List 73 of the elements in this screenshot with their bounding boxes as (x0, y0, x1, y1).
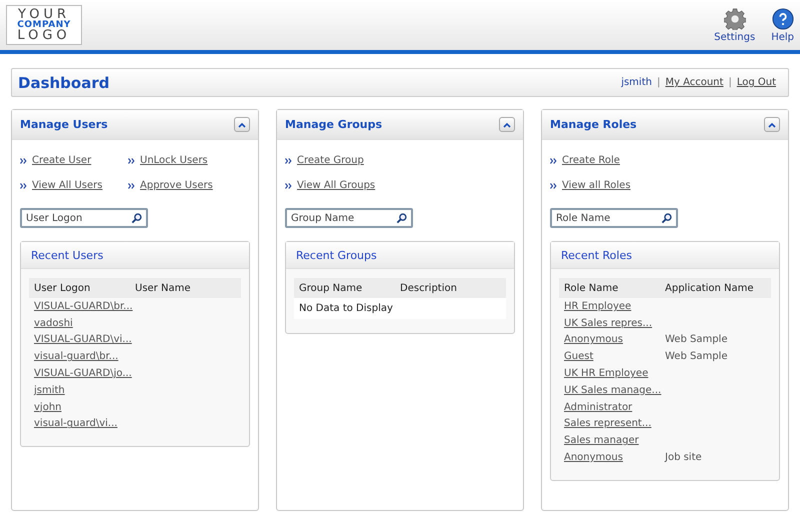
table-link[interactable]: VISUAL-GUARD\br... (34, 300, 135, 312)
table-link[interactable]: Anonymous (564, 334, 665, 346)
panel-title: Manage Roles (550, 118, 637, 131)
column-header: Description (400, 282, 458, 294)
column-header: User Logon (34, 282, 92, 294)
separator: | (728, 77, 732, 88)
recent-title: Recent Users (31, 248, 104, 262)
company-logo: YOUR COMPANY LOGO (6, 5, 82, 45)
table-link[interactable]: vjohn (34, 402, 135, 413)
double-chevron-icon (550, 158, 557, 164)
table-link[interactable]: UK Sales manage... (564, 384, 665, 396)
action-link[interactable]: UnLock Users (140, 155, 208, 166)
table-cell-text: Job site (665, 452, 703, 464)
search-field[interactable]: Role Name (550, 208, 678, 228)
double-chevron-icon (128, 158, 135, 164)
action-link[interactable]: Create Role (562, 155, 620, 166)
collapse-button[interactable] (234, 117, 250, 132)
panel-title: Manage Users (20, 118, 108, 131)
help-button[interactable]: Help (771, 8, 794, 42)
action-link[interactable]: Approve Users (140, 180, 213, 191)
search-field[interactable]: Group Name (285, 208, 413, 228)
caret-up-icon (503, 122, 511, 128)
empty-message: No Data to Display (294, 298, 506, 319)
table-link[interactable]: vadoshi (34, 318, 135, 329)
table-link[interactable]: Guest (564, 351, 665, 362)
action-link[interactable]: View All Groups (297, 180, 376, 191)
double-chevron-icon (128, 182, 135, 188)
table-link[interactable]: Sales manager (564, 435, 665, 446)
column-header: Application Name (665, 282, 755, 294)
action-link[interactable]: View All Users (32, 180, 102, 191)
collapse-button[interactable] (499, 117, 515, 132)
settings-icon (724, 8, 746, 30)
caret-up-icon (768, 122, 776, 128)
table-link[interactable]: visual-guard\br... (34, 351, 135, 362)
table-link[interactable]: UK HR Employee (564, 368, 665, 380)
double-chevron-icon (20, 182, 27, 188)
table-link[interactable]: HR Employee (564, 300, 665, 312)
table-link[interactable]: UK Sales repres... (564, 318, 665, 329)
double-chevron-icon (20, 158, 27, 164)
table-link[interactable]: Administrator (564, 402, 665, 413)
search-field[interactable]: User Logon (20, 208, 148, 228)
account-link[interactable]: Log Out (736, 77, 776, 88)
search-icon (661, 213, 672, 224)
column-header: Group Name (299, 282, 364, 294)
user-name: jsmith (621, 77, 652, 88)
collapse-button[interactable] (764, 117, 780, 132)
help-icon (772, 8, 794, 30)
recent-title: Recent Roles (561, 248, 632, 262)
account-link[interactable]: My Account (665, 77, 724, 88)
table-link[interactable]: Anonymous (564, 452, 665, 464)
settings-button[interactable]: Settings (714, 8, 756, 42)
caret-up-icon (238, 122, 246, 128)
table-link[interactable]: jsmith (34, 384, 135, 396)
action-link[interactable]: View all Roles (562, 180, 631, 191)
double-chevron-icon (285, 182, 292, 188)
search-icon (396, 213, 407, 224)
table-link[interactable]: VISUAL-GUARD\jo... (34, 368, 135, 380)
table-link[interactable]: visual-guard\vi... (34, 418, 135, 430)
separator: | (656, 77, 660, 88)
action-link[interactable]: Create User (32, 155, 92, 166)
recent-title: Recent Groups (296, 248, 377, 262)
panel-title: Manage Groups (285, 118, 382, 131)
page-title: Dashboard (18, 74, 110, 92)
table-cell-text: Web Sample (665, 351, 728, 362)
table-link[interactable]: Sales represent... (564, 418, 665, 430)
table-cell-text: Web Sample (665, 334, 728, 346)
double-chevron-icon (285, 158, 292, 164)
column-header: User Name (135, 282, 192, 294)
search-icon (131, 213, 142, 224)
action-link[interactable]: Create Group (297, 155, 364, 166)
double-chevron-icon (550, 182, 557, 188)
column-header: Role Name (564, 282, 620, 294)
table-link[interactable]: VISUAL-GUARD\vi... (34, 334, 135, 346)
